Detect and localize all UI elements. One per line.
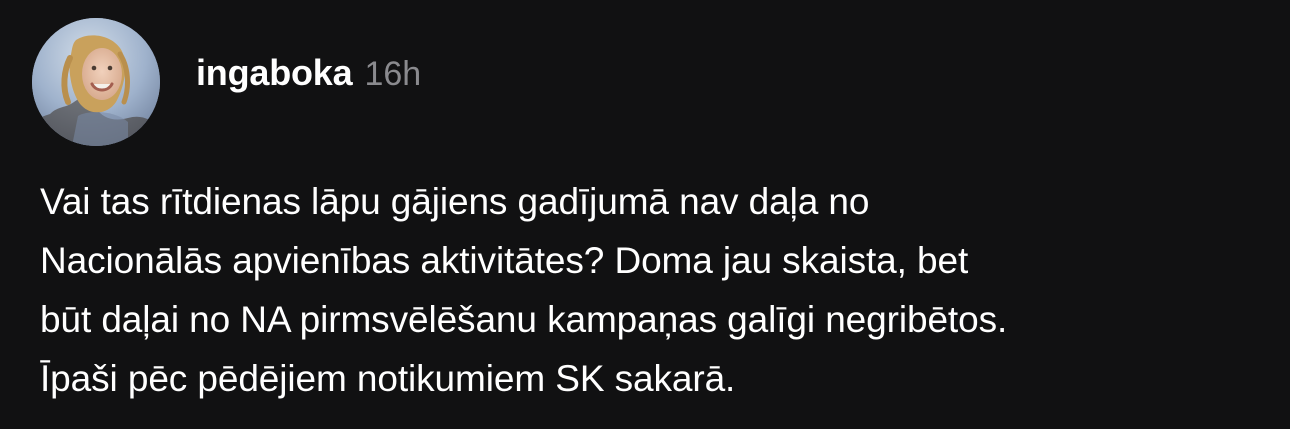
post-text-line: Nacionālās apvienības aktivitātes? Doma …: [40, 240, 969, 281]
user-avatar-photo-icon: [32, 18, 160, 146]
post-header: ingaboka 16h: [196, 52, 421, 100]
post-text-line: Īpaši pēc pēdējiem notikumiem SK sakarā.: [40, 358, 736, 399]
username-link[interactable]: ingaboka: [196, 52, 353, 94]
thread-post: ingaboka 16h Vai tas rītdienas lāpu gāji…: [0, 0, 1290, 429]
post-text-line: būt daļai no NA pirmsvēlēšanu kampaņas g…: [40, 299, 1008, 340]
post-text-line: Vai tas rītdienas lāpu gājiens gadījumā …: [40, 181, 870, 222]
post-body: Vai tas rītdienas lāpu gājiens gadījumā …: [40, 172, 1270, 408]
avatar[interactable]: [32, 18, 160, 146]
post-timestamp: 16h: [364, 55, 422, 93]
